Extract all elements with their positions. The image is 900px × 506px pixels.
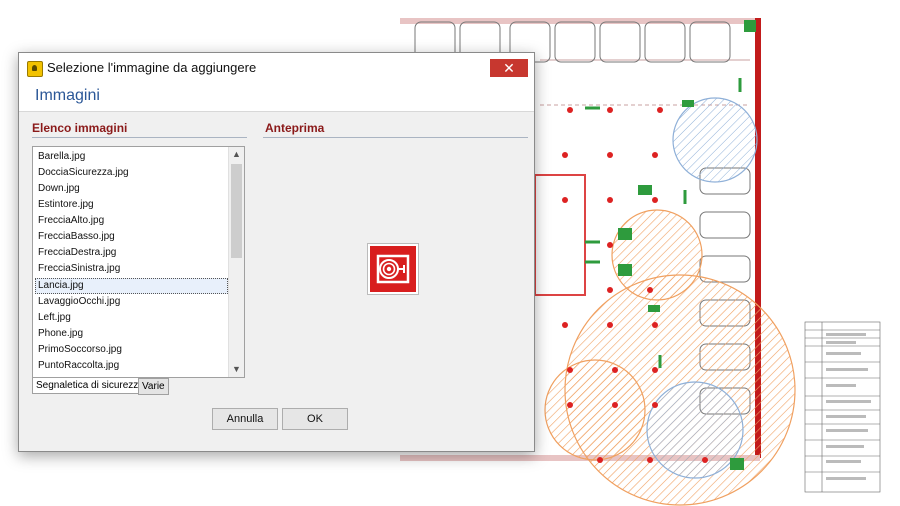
scroll-thumb[interactable] bbox=[231, 164, 242, 258]
preview-background bbox=[370, 246, 416, 292]
list-item[interactable]: PuntoRaccolta.jpg bbox=[36, 358, 228, 374]
list-scrollbar[interactable]: ▲ ▼ bbox=[228, 147, 244, 377]
dialog-title: Selezione l'immagine da aggiungere bbox=[47, 60, 257, 75]
close-icon: ✕ bbox=[503, 60, 515, 76]
ok-button[interactable]: OK bbox=[282, 408, 348, 430]
list-item[interactable]: LavaggioOcchi.jpg bbox=[36, 294, 228, 310]
list-item[interactable]: FrecciaBasso.jpg bbox=[36, 229, 228, 245]
dialog-titlebar[interactable]: Selezione l'immagine da aggiungere ✕ bbox=[19, 53, 534, 83]
close-button[interactable]: ✕ bbox=[490, 59, 528, 77]
image-selection-dialog: Selezione l'immagine da aggiungere ✕ Imm… bbox=[18, 52, 535, 452]
scroll-up-icon[interactable]: ▲ bbox=[229, 147, 244, 162]
list-item-selected[interactable]: Lancia.jpg bbox=[35, 278, 228, 294]
list-section-title: Elenco immagini bbox=[32, 121, 128, 135]
list-item[interactable]: PrimoSoccorso.jpg bbox=[36, 342, 228, 358]
list-item[interactable]: Down.jpg bbox=[36, 181, 228, 197]
list-item[interactable]: Estintore.jpg bbox=[36, 197, 228, 213]
list-item[interactable]: Barella.jpg bbox=[36, 149, 228, 165]
scroll-down-icon[interactable]: ▼ bbox=[229, 362, 244, 377]
list-item[interactable]: DocciaSicurezza.jpg bbox=[36, 165, 228, 181]
header-title: Immagini bbox=[35, 87, 100, 104]
list-item[interactable]: Phone.jpg bbox=[36, 326, 228, 342]
list-item[interactable]: FrecciaDestra.jpg bbox=[36, 245, 228, 261]
fire-hose-icon bbox=[376, 254, 410, 284]
preview-section-title: Anteprima bbox=[265, 121, 325, 135]
tab-varie[interactable]: Varie bbox=[138, 378, 169, 395]
cancel-button[interactable]: Annulla bbox=[212, 408, 278, 430]
image-list[interactable]: Barella.jpg DocciaSicurezza.jpg Down.jpg… bbox=[32, 146, 245, 378]
list-item[interactable]: FrecciaAlto.jpg bbox=[36, 213, 228, 229]
list-section-divider bbox=[32, 137, 247, 138]
app-icon bbox=[27, 61, 43, 77]
list-item[interactable]: FrecciaSinistra.jpg bbox=[36, 261, 228, 277]
tab-segnaletica[interactable]: Segnaletica di sicurezza bbox=[32, 378, 148, 394]
dialog-header: Immagini bbox=[19, 83, 534, 112]
preview-section-divider bbox=[263, 137, 528, 138]
image-preview bbox=[367, 243, 419, 295]
list-item[interactable]: Left.jpg bbox=[36, 310, 228, 326]
